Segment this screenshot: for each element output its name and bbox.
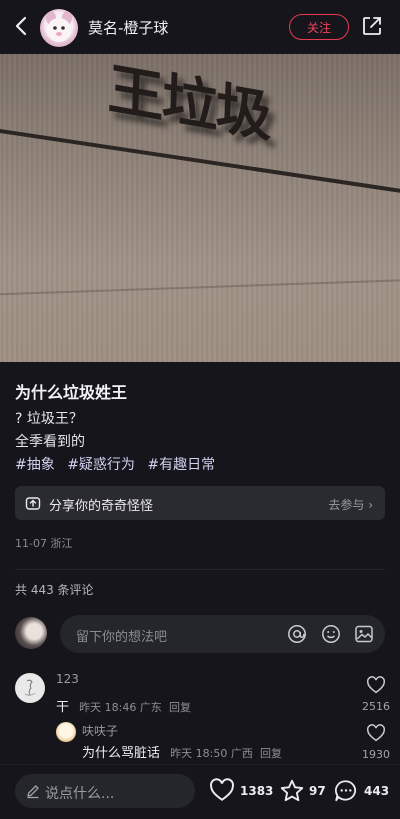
comment-count: 共 443 条评论 bbox=[15, 583, 94, 597]
post-tags: #抽象 #疑惑行为 #有趣日常 bbox=[15, 454, 223, 474]
comment-like-count: 2516 bbox=[362, 700, 390, 713]
reply-text: 为什么骂脏话 昨天 18:50 广西 回复 bbox=[82, 742, 282, 761]
bottom-bar: 说点什么... 1383 97 443 bbox=[0, 764, 400, 819]
commenter-avatar[interactable] bbox=[15, 673, 45, 703]
reply-button[interactable]: 回复 bbox=[260, 747, 282, 760]
comment-body: 干 bbox=[56, 700, 70, 715]
top-bar: 莫名-橙子球 关注 bbox=[0, 0, 400, 54]
comment-time: 昨天 18:46 广东 bbox=[79, 701, 162, 714]
heart-icon[interactable] bbox=[366, 724, 386, 742]
my-avatar bbox=[15, 617, 47, 649]
collect-button[interactable]: 97 bbox=[279, 778, 327, 804]
comment-button[interactable]: 443 bbox=[333, 778, 391, 804]
comment-icon[interactable] bbox=[333, 778, 359, 804]
follow-button[interactable]: 关注 bbox=[289, 14, 349, 40]
author-name[interactable]: 莫名-橙子球 bbox=[88, 17, 168, 38]
post-body-line: ? 垃圾王？ bbox=[15, 411, 83, 427]
comment-like[interactable]: 2516 bbox=[362, 676, 390, 713]
star-icon[interactable] bbox=[279, 778, 305, 804]
say-something-input[interactable]: 说点什么... bbox=[15, 774, 195, 808]
divider bbox=[15, 569, 385, 570]
post-body-line: 全季看到的 bbox=[15, 434, 85, 450]
reply-like[interactable]: 1930 bbox=[362, 724, 390, 761]
heart-icon[interactable] bbox=[209, 778, 235, 802]
tag-link[interactable]: #抽象 bbox=[15, 457, 55, 473]
reply-like-count: 1930 bbox=[362, 748, 390, 761]
challenge-banner[interactable]: 分享你的奇奇怪怪 去参与 › bbox=[15, 486, 385, 520]
star-count: 97 bbox=[309, 784, 326, 798]
join-link[interactable]: 去参与 › bbox=[328, 496, 373, 513]
emoji-icon[interactable] bbox=[321, 624, 341, 644]
post-meta: 11-07 浙江 bbox=[15, 537, 73, 550]
tag-link[interactable]: #有趣日常 bbox=[147, 457, 215, 473]
like-count: 1383 bbox=[240, 784, 274, 798]
pen-icon bbox=[27, 785, 39, 799]
author-avatar[interactable] bbox=[40, 9, 78, 47]
reply-avatar[interactable] bbox=[56, 722, 76, 742]
post-photo[interactable]: 王垃圾 bbox=[0, 54, 400, 362]
like-button[interactable]: 1383 bbox=[209, 778, 274, 804]
challenge-icon bbox=[25, 497, 41, 510]
reply-button[interactable]: 回复 bbox=[169, 701, 191, 714]
commenter-name[interactable]: 123 bbox=[56, 672, 79, 686]
image-icon[interactable] bbox=[354, 624, 374, 644]
reply-user-name[interactable]: 呋呋子 bbox=[82, 722, 118, 739]
at-icon[interactable] bbox=[287, 624, 307, 644]
post-title: 为什么垃圾姓王 bbox=[15, 383, 128, 402]
wall-groove bbox=[0, 277, 400, 296]
photo-sign-text: 王垃圾 bbox=[106, 56, 271, 150]
comment-total: 443 bbox=[364, 784, 390, 798]
challenge-label: 分享你的奇奇怪怪 bbox=[49, 499, 154, 514]
say-placeholder: 说点什么... bbox=[45, 786, 115, 802]
back-arrow-icon[interactable] bbox=[10, 14, 34, 38]
reply-time: 昨天 18:50 广西 bbox=[170, 747, 253, 760]
comment-text: 干 昨天 18:46 广东 回复 bbox=[56, 696, 191, 715]
comment-input[interactable]: 留下你的想法吧 bbox=[60, 615, 385, 653]
comment-input-placeholder: 留下你的想法吧 bbox=[76, 630, 168, 645]
heart-icon[interactable] bbox=[366, 676, 386, 694]
tag-link[interactable]: #疑惑行为 bbox=[67, 457, 135, 473]
share-icon[interactable] bbox=[361, 15, 383, 37]
reply-body: 为什么骂脏话 bbox=[82, 746, 161, 761]
